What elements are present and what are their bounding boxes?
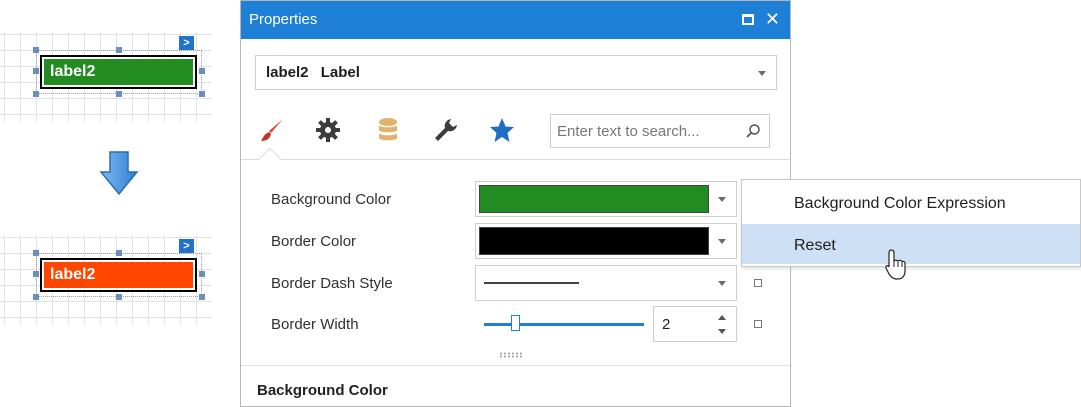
tab-separator bbox=[241, 159, 790, 160]
search-box[interactable] bbox=[550, 114, 770, 148]
property-label: Border Dash Style bbox=[271, 275, 393, 292]
description-separator bbox=[241, 365, 790, 366]
border-width-value: 2 bbox=[662, 316, 671, 333]
designer-preview-after: > label2 bbox=[0, 235, 212, 325]
chevron-down-icon[interactable] bbox=[718, 197, 726, 202]
property-menu-marker[interactable] bbox=[754, 320, 762, 328]
properties-panel: Properties ✕ label2 Label Backgrou bbox=[240, 0, 791, 407]
object-type: Label bbox=[320, 64, 360, 81]
maximize-icon[interactable] bbox=[742, 14, 754, 25]
label-text: label2 bbox=[44, 59, 193, 85]
property-label: Border Width bbox=[271, 316, 359, 333]
resize-handle[interactable] bbox=[33, 250, 39, 256]
resize-handle[interactable] bbox=[33, 294, 39, 300]
designer-preview-before: > label2 bbox=[0, 32, 212, 122]
category-tabs bbox=[255, 109, 777, 159]
splitter-grip[interactable] bbox=[499, 352, 523, 358]
border-width-spin-edit[interactable]: 2 bbox=[653, 306, 737, 342]
property-label: Border Color bbox=[271, 233, 357, 250]
star-icon[interactable] bbox=[487, 115, 517, 145]
border-width-slider[interactable] bbox=[484, 323, 644, 326]
object-name: label2 bbox=[266, 64, 309, 81]
database-icon[interactable] bbox=[373, 115, 403, 145]
resize-handle[interactable] bbox=[199, 271, 205, 277]
description-title: Background Color bbox=[257, 382, 388, 399]
resize-handle[interactable] bbox=[33, 47, 39, 53]
resize-handle[interactable] bbox=[116, 294, 122, 300]
resize-handle[interactable] bbox=[116, 250, 122, 256]
slider-thumb[interactable] bbox=[511, 315, 520, 331]
smart-tag-button[interactable]: > bbox=[179, 239, 194, 253]
menu-item-reset[interactable]: Reset bbox=[742, 224, 1080, 264]
border-color-editor[interactable] bbox=[475, 223, 737, 259]
gear-icon[interactable] bbox=[313, 115, 343, 145]
color-swatch bbox=[479, 227, 709, 255]
chevron-down-icon[interactable] bbox=[718, 239, 726, 244]
label-control[interactable]: label2 bbox=[40, 258, 197, 292]
property-label: Background Color bbox=[271, 191, 392, 208]
resize-handle[interactable] bbox=[199, 68, 205, 74]
smart-tag-button[interactable]: > bbox=[179, 36, 194, 50]
close-icon[interactable]: ✕ bbox=[765, 8, 780, 30]
spin-up-icon[interactable] bbox=[718, 315, 726, 320]
property-row-border-dash-style: Border Dash Style bbox=[241, 264, 790, 302]
menu-item-background-color-expression[interactable]: Background Color Expression bbox=[742, 182, 1080, 222]
arrow-down-icon bbox=[99, 151, 139, 196]
color-swatch bbox=[479, 185, 709, 213]
panel-title: Properties bbox=[249, 11, 318, 28]
border-dash-style-editor[interactable] bbox=[475, 265, 737, 301]
brush-icon[interactable] bbox=[257, 115, 287, 145]
property-row-border-width: Border Width 2 bbox=[241, 305, 790, 343]
resize-handle[interactable] bbox=[116, 47, 122, 53]
search-icon[interactable] bbox=[745, 123, 761, 139]
chevron-down-icon[interactable] bbox=[758, 71, 766, 76]
resize-handle[interactable] bbox=[33, 271, 39, 277]
resize-handle[interactable] bbox=[116, 91, 122, 97]
spin-down-icon[interactable] bbox=[718, 329, 726, 334]
property-row-background-color: Background Color bbox=[241, 180, 790, 218]
resize-handle[interactable] bbox=[33, 91, 39, 97]
wrench-icon[interactable] bbox=[431, 115, 461, 145]
mouse-cursor-icon bbox=[885, 249, 906, 280]
panel-title-bar: Properties ✕ bbox=[241, 1, 790, 39]
search-input[interactable] bbox=[557, 115, 739, 147]
resize-handle[interactable] bbox=[199, 294, 205, 300]
property-row-border-color: Border Color bbox=[241, 222, 790, 260]
label-control[interactable]: label2 bbox=[40, 55, 197, 89]
resize-handle[interactable] bbox=[199, 91, 205, 97]
label-text: label2 bbox=[44, 262, 193, 288]
object-selector[interactable]: label2 Label bbox=[255, 55, 777, 90]
background-color-editor[interactable] bbox=[475, 181, 737, 217]
dash-style-preview bbox=[484, 282, 579, 284]
property-menu-marker[interactable] bbox=[754, 279, 762, 287]
property-context-menu: Background Color Expression Reset bbox=[741, 179, 1081, 267]
chevron-down-icon[interactable] bbox=[718, 281, 726, 286]
resize-handle[interactable] bbox=[33, 68, 39, 74]
